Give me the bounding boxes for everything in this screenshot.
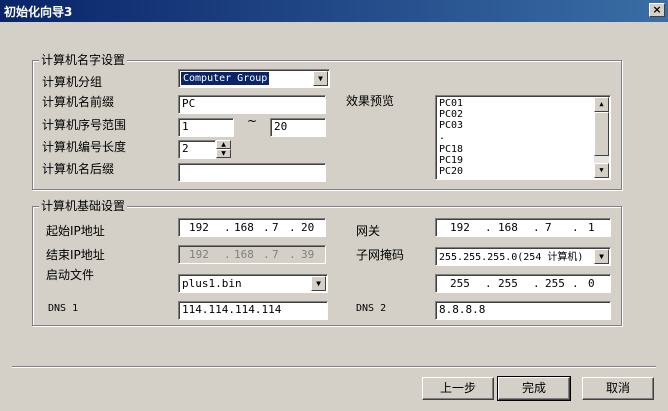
computer-name-group-title: 计算机名字设置: [39, 53, 128, 67]
end-ip-octet-1: 192: [189, 248, 209, 261]
chevron-up-icon[interactable]: ▲: [216, 140, 231, 149]
dns2-input[interactable]: 8.8.8.8: [435, 301, 611, 320]
range-label: 计算机序号范围: [42, 118, 127, 132]
start-ip-octet-1: 192: [189, 221, 209, 234]
gateway-octet-1: 192: [450, 221, 470, 234]
chevron-down-icon[interactable]: ▼: [216, 149, 231, 158]
prefix-input[interactable]: PC: [178, 95, 326, 114]
gateway-input[interactable]: 192 . 168 . 7 . 1: [435, 218, 611, 237]
computer-base-group-title: 计算机基础设置: [39, 199, 128, 213]
computer-group-value: Computer Group: [181, 72, 270, 85]
computer-group-select[interactable]: Computer Group ▼: [178, 69, 330, 88]
list-item: PC20: [439, 166, 464, 177]
list-item: .: [439, 131, 446, 142]
scroll-down-icon[interactable]: ▼: [594, 163, 609, 178]
range-to-input[interactable]: 20: [270, 118, 326, 137]
mask-octet-3: 255: [545, 277, 565, 290]
subnet-mask-input[interactable]: 255 . 255 . 255 . 0: [435, 274, 611, 293]
boot-file-label: 启动文件: [46, 268, 95, 282]
list-item: PC18: [439, 144, 464, 155]
chevron-down-icon[interactable]: ▼: [311, 276, 326, 291]
mask-octet-2: 255: [498, 277, 518, 290]
boot-file-select[interactable]: plus1.bin ▼: [178, 274, 328, 293]
subnet-mask-select[interactable]: 255.255.255.0(254 计算机) ▼: [435, 247, 611, 266]
scroll-thumb[interactable]: [594, 112, 609, 156]
start-ip-input[interactable]: 192 . 168 . 7 . 20: [178, 218, 326, 237]
mask-octet-1: 255: [450, 277, 470, 290]
scroll-up-icon[interactable]: ▲: [594, 97, 609, 112]
gateway-octet-4: 1: [588, 221, 595, 234]
suffix-label: 计算机名后缀: [42, 162, 115, 176]
list-item: PC19: [439, 155, 464, 166]
length-label: 计算机编号长度: [42, 140, 127, 154]
close-icon: ×: [652, 3, 662, 16]
length-stepper[interactable]: ▲ ▼: [216, 140, 231, 158]
end-ip-octet-4: 39: [301, 248, 315, 261]
chevron-down-icon[interactable]: ▼: [313, 71, 328, 86]
start-ip-octet-3: 7: [272, 221, 279, 234]
start-ip-label: 起始IP地址: [46, 224, 105, 238]
title-bar: 初始化向导3 ×: [0, 0, 668, 22]
range-from-input[interactable]: 1: [178, 118, 234, 137]
preview-listbox[interactable]: PC01 PC02 PC03 . PC18 PC19 PC20 ▲ ▼: [435, 95, 611, 180]
length-input[interactable]: 2: [178, 140, 216, 159]
gateway-label: 网关: [356, 224, 381, 238]
list-item: PC02: [439, 109, 464, 120]
prev-button[interactable]: 上一步: [422, 377, 494, 400]
end-ip-octet-2: 168: [234, 248, 254, 261]
subnet-mask-value: 255.255.255.0(254 计算机): [439, 252, 584, 263]
mask-octet-4: 0: [588, 277, 595, 290]
preview-scrollbar[interactable]: ▲ ▼: [594, 97, 609, 178]
cancel-button[interactable]: 取消: [582, 377, 654, 400]
boot-file-value: plus1.bin: [182, 277, 242, 290]
suffix-input[interactable]: [178, 163, 326, 182]
gateway-octet-3: 7: [545, 221, 552, 234]
chevron-down-icon[interactable]: ▼: [594, 249, 609, 264]
window-title: 初始化向导3: [4, 5, 73, 19]
prefix-label: 计算机名前缀: [42, 95, 115, 109]
finish-button[interactable]: 完成: [497, 376, 571, 401]
end-ip-input: 192 . 168 . 7 . 39: [178, 245, 326, 264]
group-label: 计算机分组: [42, 75, 103, 89]
list-item: PC03: [439, 120, 464, 131]
dns1-label: DNS 1: [48, 303, 79, 314]
preview-label: 效果预览: [346, 94, 395, 108]
list-item: PC01: [439, 98, 464, 109]
dns2-label: DNS 2: [356, 303, 387, 314]
end-ip-octet-3: 7: [272, 248, 279, 261]
close-button[interactable]: ×: [649, 3, 665, 17]
start-ip-octet-2: 168: [234, 221, 254, 234]
start-ip-octet-4: 20: [301, 221, 315, 234]
subnet-mask-label: 子网掩码: [356, 248, 405, 262]
gateway-octet-2: 168: [498, 221, 518, 234]
dns1-input[interactable]: 114.114.114.114: [178, 301, 328, 320]
end-ip-label: 结束IP地址: [46, 248, 105, 262]
divider: [12, 366, 656, 368]
range-separator: ~: [247, 114, 258, 128]
